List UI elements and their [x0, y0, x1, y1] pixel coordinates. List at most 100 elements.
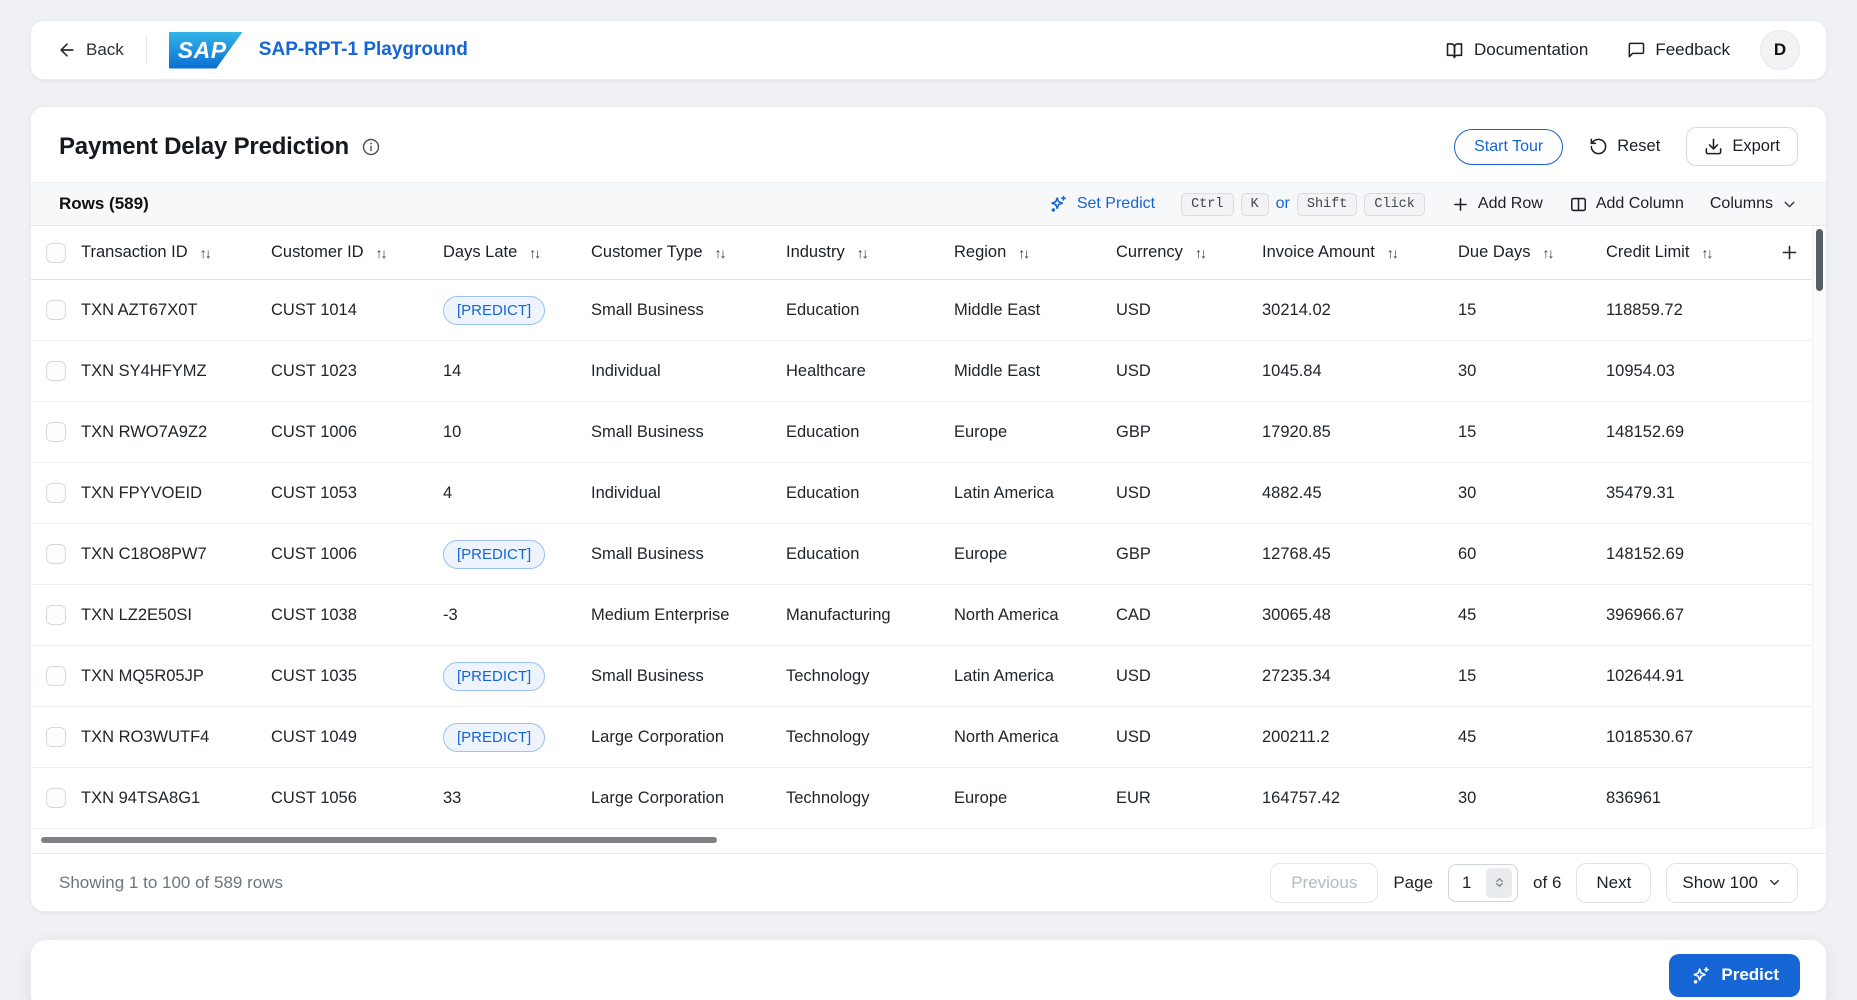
- column-header-credit-limit[interactable]: Credit Limit↑↓: [1606, 243, 1766, 262]
- sort-icon[interactable]: ↑↓: [1387, 245, 1397, 261]
- cell-days-late[interactable]: [PREDICT]: [443, 296, 591, 325]
- cell-customer-type[interactable]: Small Business: [591, 301, 786, 320]
- vertical-scrollbar[interactable]: [1812, 226, 1826, 829]
- cell-invoice-amount[interactable]: 30214.02: [1262, 301, 1458, 320]
- cell-customer-type[interactable]: Individual: [591, 484, 786, 503]
- cell-customer-id[interactable]: CUST 1014: [271, 301, 443, 320]
- cell-due-days[interactable]: 60: [1458, 545, 1606, 564]
- cell-industry[interactable]: Manufacturing: [786, 606, 954, 625]
- cell-industry[interactable]: Education: [786, 484, 954, 503]
- cell-transaction-id[interactable]: TXN AZT67X0T: [81, 301, 271, 320]
- column-header-customer-type[interactable]: Customer Type↑↓: [591, 243, 786, 262]
- cell-due-days[interactable]: 45: [1458, 728, 1606, 747]
- columns-dropdown[interactable]: Columns: [1710, 195, 1798, 213]
- cell-credit-limit[interactable]: 836961: [1606, 789, 1766, 808]
- row-checkbox[interactable]: [46, 666, 66, 686]
- cell-transaction-id[interactable]: TXN LZ2E50SI: [81, 606, 271, 625]
- cell-due-days[interactable]: 30: [1458, 362, 1606, 381]
- cell-invoice-amount[interactable]: 27235.34: [1262, 667, 1458, 686]
- add-column-button[interactable]: Add Column: [1569, 195, 1684, 214]
- cell-customer-id[interactable]: CUST 1049: [271, 728, 443, 747]
- cell-days-late[interactable]: 4: [443, 484, 591, 503]
- cell-region[interactable]: Europe: [954, 545, 1116, 564]
- cell-industry[interactable]: Technology: [786, 789, 954, 808]
- cell-customer-type[interactable]: Small Business: [591, 545, 786, 564]
- cell-invoice-amount[interactable]: 1045.84: [1262, 362, 1458, 381]
- cell-due-days[interactable]: 15: [1458, 667, 1606, 686]
- cell-customer-type[interactable]: Small Business: [591, 423, 786, 442]
- row-checkbox[interactable]: [46, 422, 66, 442]
- feedback-button[interactable]: Feedback: [1626, 40, 1730, 60]
- column-header-region[interactable]: Region↑↓: [954, 243, 1116, 262]
- sort-icon[interactable]: ↑↓: [1542, 245, 1552, 261]
- cell-transaction-id[interactable]: TXN C18O8PW7: [81, 545, 271, 564]
- add-row-button[interactable]: Add Row: [1451, 195, 1543, 214]
- cell-invoice-amount[interactable]: 4882.45: [1262, 484, 1458, 503]
- column-header-transaction-id[interactable]: Transaction ID↑↓: [81, 243, 271, 262]
- cell-invoice-amount[interactable]: 200211.2: [1262, 728, 1458, 747]
- cell-due-days[interactable]: 30: [1458, 789, 1606, 808]
- cell-region[interactable]: Middle East: [954, 301, 1116, 320]
- sort-icon[interactable]: ↑↓: [529, 245, 539, 261]
- row-checkbox[interactable]: [46, 544, 66, 564]
- cell-days-late[interactable]: 33: [443, 789, 591, 808]
- predict-chip[interactable]: [PREDICT]: [443, 540, 545, 569]
- cell-currency[interactable]: USD: [1116, 301, 1262, 320]
- cell-credit-limit[interactable]: 148152.69: [1606, 545, 1766, 564]
- column-header-days-late[interactable]: Days Late↑↓: [443, 243, 591, 262]
- cell-days-late[interactable]: 14: [443, 362, 591, 381]
- cell-credit-limit[interactable]: 396966.67: [1606, 606, 1766, 625]
- cell-days-late[interactable]: [PREDICT]: [443, 662, 591, 691]
- cell-region[interactable]: North America: [954, 728, 1116, 747]
- cell-days-late[interactable]: -3: [443, 606, 591, 625]
- row-checkbox[interactable]: [46, 788, 66, 808]
- cell-transaction-id[interactable]: TXN MQ5R05JP: [81, 667, 271, 686]
- documentation-button[interactable]: Documentation: [1444, 40, 1588, 61]
- page-number-input[interactable]: 1: [1448, 864, 1518, 902]
- cell-due-days[interactable]: 15: [1458, 423, 1606, 442]
- cell-invoice-amount[interactable]: 12768.45: [1262, 545, 1458, 564]
- predict-chip[interactable]: [PREDICT]: [443, 662, 545, 691]
- cell-region[interactable]: Europe: [954, 789, 1116, 808]
- cell-industry[interactable]: Healthcare: [786, 362, 954, 381]
- cell-currency[interactable]: USD: [1116, 484, 1262, 503]
- predict-chip[interactable]: [PREDICT]: [443, 296, 545, 325]
- cell-customer-id[interactable]: CUST 1056: [271, 789, 443, 808]
- cell-invoice-amount[interactable]: 30065.48: [1262, 606, 1458, 625]
- cell-credit-limit[interactable]: 10954.03: [1606, 362, 1766, 381]
- predict-button[interactable]: Predict: [1669, 954, 1800, 997]
- cell-credit-limit[interactable]: 35479.31: [1606, 484, 1766, 503]
- sort-icon[interactable]: ↑↓: [1701, 245, 1711, 261]
- predict-chip[interactable]: [PREDICT]: [443, 723, 545, 752]
- back-button[interactable]: Back: [57, 40, 124, 60]
- cell-credit-limit[interactable]: 148152.69: [1606, 423, 1766, 442]
- cell-region[interactable]: Latin America: [954, 484, 1116, 503]
- add-column-plus-button[interactable]: [1779, 242, 1800, 263]
- row-checkbox[interactable]: [46, 727, 66, 747]
- avatar[interactable]: D: [1760, 30, 1800, 70]
- start-tour-button[interactable]: Start Tour: [1454, 129, 1563, 165]
- cell-currency[interactable]: GBP: [1116, 423, 1262, 442]
- cell-currency[interactable]: CAD: [1116, 606, 1262, 625]
- cell-customer-type[interactable]: Small Business: [591, 667, 786, 686]
- cell-customer-type[interactable]: Large Corporation: [591, 728, 786, 747]
- cell-transaction-id[interactable]: TXN RO3WUTF4: [81, 728, 271, 747]
- cell-industry[interactable]: Education: [786, 301, 954, 320]
- horizontal-scrollbar-thumb[interactable]: [41, 837, 717, 843]
- cell-region[interactable]: Europe: [954, 423, 1116, 442]
- cell-customer-type[interactable]: Medium Enterprise: [591, 606, 786, 625]
- cell-currency[interactable]: USD: [1116, 667, 1262, 686]
- reset-button[interactable]: Reset: [1583, 129, 1666, 164]
- row-checkbox[interactable]: [46, 605, 66, 625]
- cell-credit-limit[interactable]: 1018530.67: [1606, 728, 1766, 747]
- cell-industry[interactable]: Education: [786, 545, 954, 564]
- cell-credit-limit[interactable]: 102644.91: [1606, 667, 1766, 686]
- cell-industry[interactable]: Education: [786, 423, 954, 442]
- column-header-due-days[interactable]: Due Days↑↓: [1458, 243, 1606, 262]
- cell-invoice-amount[interactable]: 164757.42: [1262, 789, 1458, 808]
- column-header-customer-id[interactable]: Customer ID↑↓: [271, 243, 443, 262]
- row-checkbox[interactable]: [46, 300, 66, 320]
- cell-transaction-id[interactable]: TXN 94TSA8G1: [81, 789, 271, 808]
- column-header-currency[interactable]: Currency↑↓: [1116, 243, 1262, 262]
- cell-customer-id[interactable]: CUST 1023: [271, 362, 443, 381]
